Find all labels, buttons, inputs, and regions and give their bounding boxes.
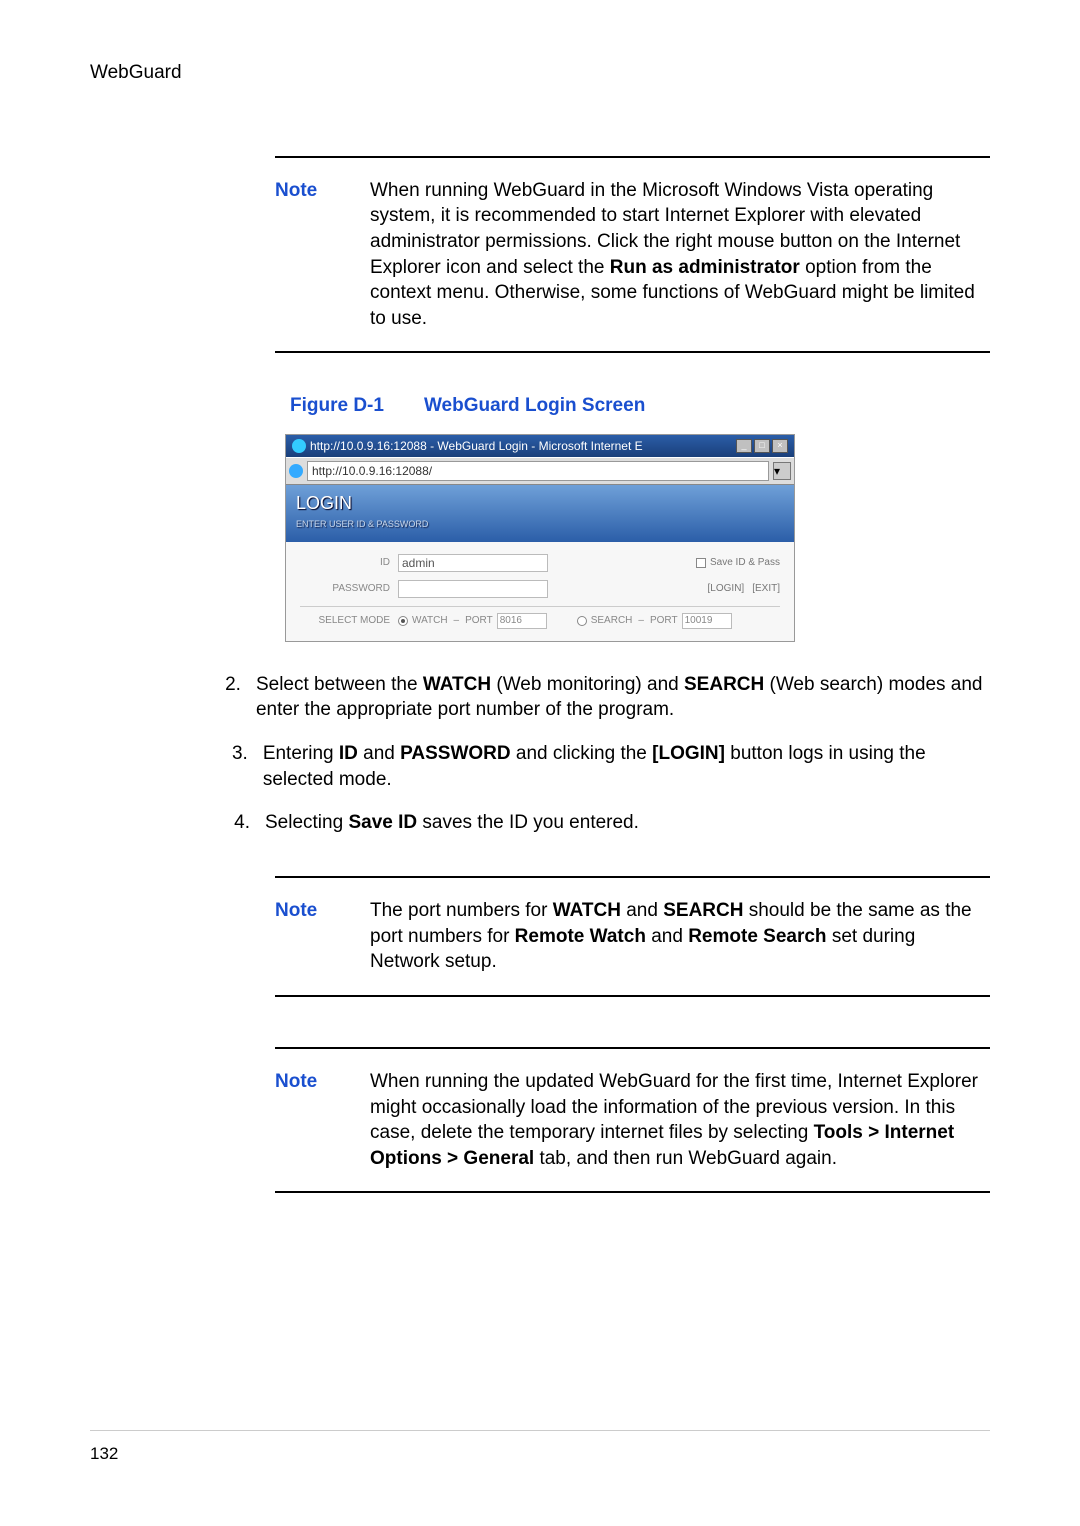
t: and [358, 743, 400, 764]
url-field[interactable]: http://10.0.9.16:12088/ [307, 461, 769, 481]
step-4: 4. Selecting Save ID saves the ID you en… [225, 810, 990, 836]
window-maximize-button[interactable]: □ [754, 439, 770, 453]
select-mode-label: SELECT MODE [300, 614, 390, 628]
t: Entering [263, 743, 339, 764]
t: saves the ID you entered. [417, 812, 639, 833]
go-button[interactable]: ▾ [773, 462, 791, 480]
t: tab, and then run WebGuard again. [534, 1148, 837, 1169]
page-number: 132 [90, 1443, 118, 1466]
search-radio[interactable] [577, 616, 587, 626]
search-port-label: PORT [650, 614, 678, 628]
figure-caption: Figure D-1 WebGuard Login Screen [290, 393, 990, 419]
save-id-label: Save ID & Pass [710, 556, 780, 570]
password-input[interactable] [398, 580, 548, 598]
address-bar: http://10.0.9.16:12088/ ▾ [286, 457, 794, 485]
instruction-steps: 2. Select between the WATCH (Web monitor… [225, 672, 990, 836]
step-3: 3. Entering ID and PASSWORD and clicking… [225, 741, 990, 792]
t: Save ID [348, 812, 417, 833]
note-label: Note [275, 898, 330, 975]
t: and [621, 900, 663, 921]
t: PASSWORD [400, 743, 510, 764]
save-id-checkbox[interactable] [696, 558, 706, 568]
note-label: Note [275, 178, 330, 332]
figure-title: WebGuard Login Screen [424, 395, 645, 416]
t: WATCH [423, 674, 491, 695]
window-titlebar: http://10.0.9.16:12088 - WebGuard Login … [286, 435, 794, 457]
note-label: Note [275, 1069, 330, 1172]
note-block-cache: Note When running the updated WebGuard f… [275, 1047, 990, 1194]
t: (Web monitoring) and [491, 674, 684, 695]
note1-bold: Run as administrator [610, 257, 800, 278]
id-input[interactable]: admin [398, 554, 548, 572]
search-mode-label: SEARCH [591, 614, 633, 628]
login-heading: LOGIN [296, 493, 352, 513]
note-block-vista: Note When running WebGuard in the Micros… [275, 156, 990, 354]
watch-port-label: PORT [465, 614, 493, 628]
search-port-input[interactable]: 10019 [682, 613, 732, 629]
note-body: When running WebGuard in the Microsoft W… [370, 178, 990, 332]
t: SEARCH [663, 900, 743, 921]
note-body: The port numbers for WATCH and SEARCH sh… [370, 898, 990, 975]
login-banner: LOGIN ENTER USER ID & PASSWORD [286, 485, 794, 541]
t: Selecting [265, 812, 348, 833]
window-close-button[interactable]: × [772, 439, 788, 453]
login-button[interactable]: [LOGIN] [708, 582, 745, 596]
login-screenshot: http://10.0.9.16:12088 - WebGuard Login … [285, 434, 795, 642]
t: and [646, 926, 688, 947]
figure-id: Figure D-1 [290, 395, 384, 416]
section-header: WebGuard [90, 60, 990, 86]
t: Remote Watch [515, 926, 646, 947]
watch-port-input[interactable]: 8016 [497, 613, 547, 629]
watch-mode-label: WATCH [412, 614, 448, 628]
id-label: ID [300, 556, 390, 570]
note-block-ports: Note The port numbers for WATCH and SEAR… [275, 876, 990, 997]
t: [LOGIN] [652, 743, 725, 764]
ie-icon [292, 439, 306, 453]
watch-radio[interactable] [398, 616, 408, 626]
t: SEARCH [684, 674, 764, 695]
t: Remote Search [688, 926, 826, 947]
window-title-text: http://10.0.9.16:12088 - WebGuard Login … [310, 438, 643, 454]
t: and clicking the [511, 743, 653, 764]
t: WATCH [553, 900, 621, 921]
note-body: When running the updated WebGuard for th… [370, 1069, 990, 1172]
login-subheading: ENTER USER ID & PASSWORD [296, 518, 784, 530]
favicon-icon [289, 464, 303, 478]
t: Select between the [256, 674, 423, 695]
t: ID [339, 743, 358, 764]
step-2: 2. Select between the WATCH (Web monitor… [225, 672, 990, 723]
password-label: PASSWORD [300, 582, 390, 596]
window-minimize-button[interactable]: _ [736, 439, 752, 453]
t: The port numbers for [370, 900, 553, 921]
exit-button[interactable]: [EXIT] [752, 582, 780, 596]
